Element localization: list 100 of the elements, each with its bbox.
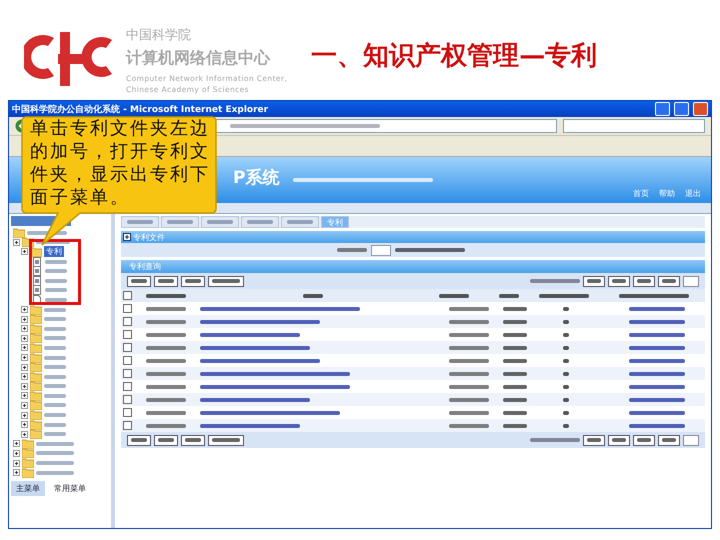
toolbar-button[interactable] [208,434,244,446]
expand-icon[interactable] [21,412,28,419]
illegible-text [619,294,689,298]
illegible-text [146,320,186,324]
expand-icon[interactable] [123,233,131,241]
row-checkbox[interactable] [123,421,132,430]
expand-icon[interactable] [21,248,28,256]
row-checkbox[interactable] [123,304,132,313]
row-checkbox[interactable] [123,317,132,326]
illegible-text [563,424,569,428]
illegible-text [146,424,186,428]
select-all-checkbox[interactable] [123,291,132,300]
folder-icon [30,352,42,363]
illegible-text [449,320,489,324]
toolbar-button[interactable] [154,434,178,446]
header-link[interactable]: 帮助 [659,188,675,199]
tab[interactable]: 专利 [321,216,349,228]
expand-icon[interactable] [21,382,28,390]
toolbar-button[interactable] [583,434,605,446]
close-button[interactable] [693,102,708,116]
illegible-text [158,279,174,283]
expand-icon[interactable] [21,392,28,400]
callout-text: 单击专利文件夹左边的加号，打开专利文件夹，显示出专利下面子菜单。 [30,117,211,209]
toolbar-button[interactable] [608,434,630,446]
expand-icon[interactable] [13,450,20,457]
maximize-button[interactable] [674,102,689,116]
expand-icon[interactable] [21,364,28,371]
illegible-text [587,279,601,283]
expand-icon[interactable] [21,306,28,314]
expand-icon[interactable] [21,373,28,380]
minimize-button[interactable] [655,102,670,116]
row-checkbox[interactable] [123,395,132,404]
illegible-text [45,298,67,302]
toolbar-button[interactable] [154,276,178,286]
search-field[interactable] [563,119,705,133]
illegible-text [44,384,66,388]
illegible-text [395,248,465,252]
toolbar-button[interactable] [633,276,655,286]
row-checkbox[interactable] [123,408,132,417]
expand-icon[interactable] [13,238,20,246]
toolbar-button[interactable] [658,434,680,446]
expand-icon[interactable] [13,469,20,476]
row-checkbox[interactable] [123,382,132,391]
expand-icon[interactable] [21,316,28,323]
expand-icon[interactable] [21,354,28,362]
illegible-text [45,269,67,274]
sidebar-tab[interactable]: 主菜单 [11,481,45,496]
toolbar-button[interactable] [181,276,205,286]
toolbar-button[interactable] [208,276,244,286]
illegible-text [127,220,153,224]
illegible-text [44,346,66,350]
illegible-text [629,384,685,388]
illegible-text [530,279,580,283]
expand-icon[interactable] [21,334,28,342]
illegible-text [36,451,74,456]
toolbar-button[interactable] [127,434,151,446]
tree-item[interactable]: 专利 [44,246,64,258]
illegible-text [36,470,74,475]
expand-icon[interactable] [21,402,28,409]
row-checkbox[interactable] [123,343,132,352]
illegible-text [44,394,66,398]
expand-icon[interactable] [21,344,28,352]
illegible-text [207,220,233,224]
illegible-text [44,308,66,312]
illegible-text [131,279,147,283]
illegible-text [503,332,527,336]
folder-icon [30,390,42,401]
toolbar-button[interactable] [583,276,605,286]
expand-icon[interactable] [21,325,28,332]
toolbar-button[interactable] [633,434,655,446]
illegible-text [637,438,651,442]
toolbar-button[interactable] [608,276,630,286]
folder-icon [30,372,42,382]
illegible-text [503,384,527,388]
illegible-text [499,294,519,298]
illegible-text [185,438,201,442]
row-checkbox[interactable] [123,356,132,365]
expand-icon[interactable] [21,430,28,438]
row-checkbox[interactable] [123,330,132,339]
page-field[interactable] [683,276,699,286]
expand-icon[interactable] [13,460,20,467]
folder-icon [30,381,42,392]
row-checkbox[interactable] [123,369,132,378]
illegible-text [44,422,66,427]
illegible-text [503,410,527,414]
page-field[interactable] [683,434,699,446]
illegible-text [629,332,685,336]
header-link[interactable]: 退出 [685,188,701,199]
toolbar-button[interactable] [658,276,680,286]
expand-icon[interactable] [21,421,28,428]
illegible-text [247,220,273,224]
search-field[interactable] [371,244,391,256]
illegible-text [563,372,569,376]
toolbar-button[interactable] [127,276,151,286]
header-link[interactable]: 首页 [633,188,649,199]
folder-icon [22,468,34,478]
expand-icon[interactable] [13,440,20,448]
folder-icon [22,448,34,458]
toolbar-button[interactable] [181,434,205,446]
illegible-text [629,358,685,362]
